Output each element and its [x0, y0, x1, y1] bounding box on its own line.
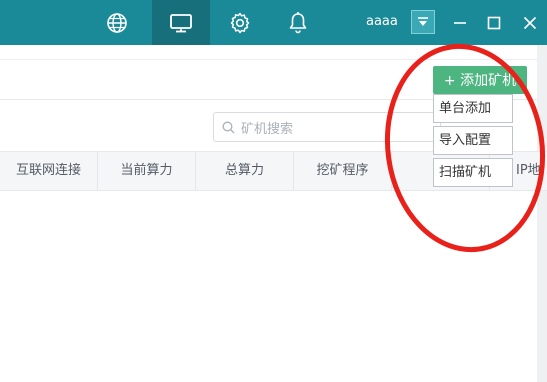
- title-bar: aaaa: [0, 0, 547, 45]
- globe-icon[interactable]: [100, 0, 134, 45]
- column-header[interactable]: IP地: [516, 152, 547, 190]
- maximize-icon[interactable]: [482, 0, 506, 45]
- close-icon[interactable]: [518, 0, 542, 45]
- column-header[interactable]: 互联网连接: [0, 152, 98, 190]
- scrollbar-track[interactable]: [537, 45, 547, 382]
- gear-icon[interactable]: [222, 0, 258, 45]
- search-placeholder: 矿机搜索: [241, 121, 294, 137]
- dropdown-icon: [418, 17, 428, 26]
- minimize-icon[interactable]: [448, 0, 472, 45]
- menu-item-import-config[interactable]: 导入配置: [433, 126, 513, 155]
- app-window: aaaa + 添加矿机 矿机搜索 互联网连接 当前算力 总算力 挖矿程序 IP地…: [0, 0, 547, 382]
- bell-icon[interactable]: [282, 0, 314, 45]
- search-input[interactable]: 矿机搜索: [213, 112, 441, 142]
- column-header[interactable]: 总算力: [196, 152, 294, 190]
- column-header[interactable]: 挖矿程序: [294, 152, 392, 190]
- column-header[interactable]: 当前算力: [98, 152, 196, 190]
- username-label: aaaa: [366, 14, 398, 29]
- monitor-icon[interactable]: [152, 0, 210, 45]
- menu-item-single-add[interactable]: 单台添加: [433, 94, 513, 123]
- menu-item-scan-miners[interactable]: 扫描矿机: [433, 158, 513, 187]
- add-miner-button[interactable]: + 添加矿机: [433, 66, 527, 94]
- user-menu-button[interactable]: [411, 10, 435, 34]
- search-icon: [222, 121, 235, 133]
